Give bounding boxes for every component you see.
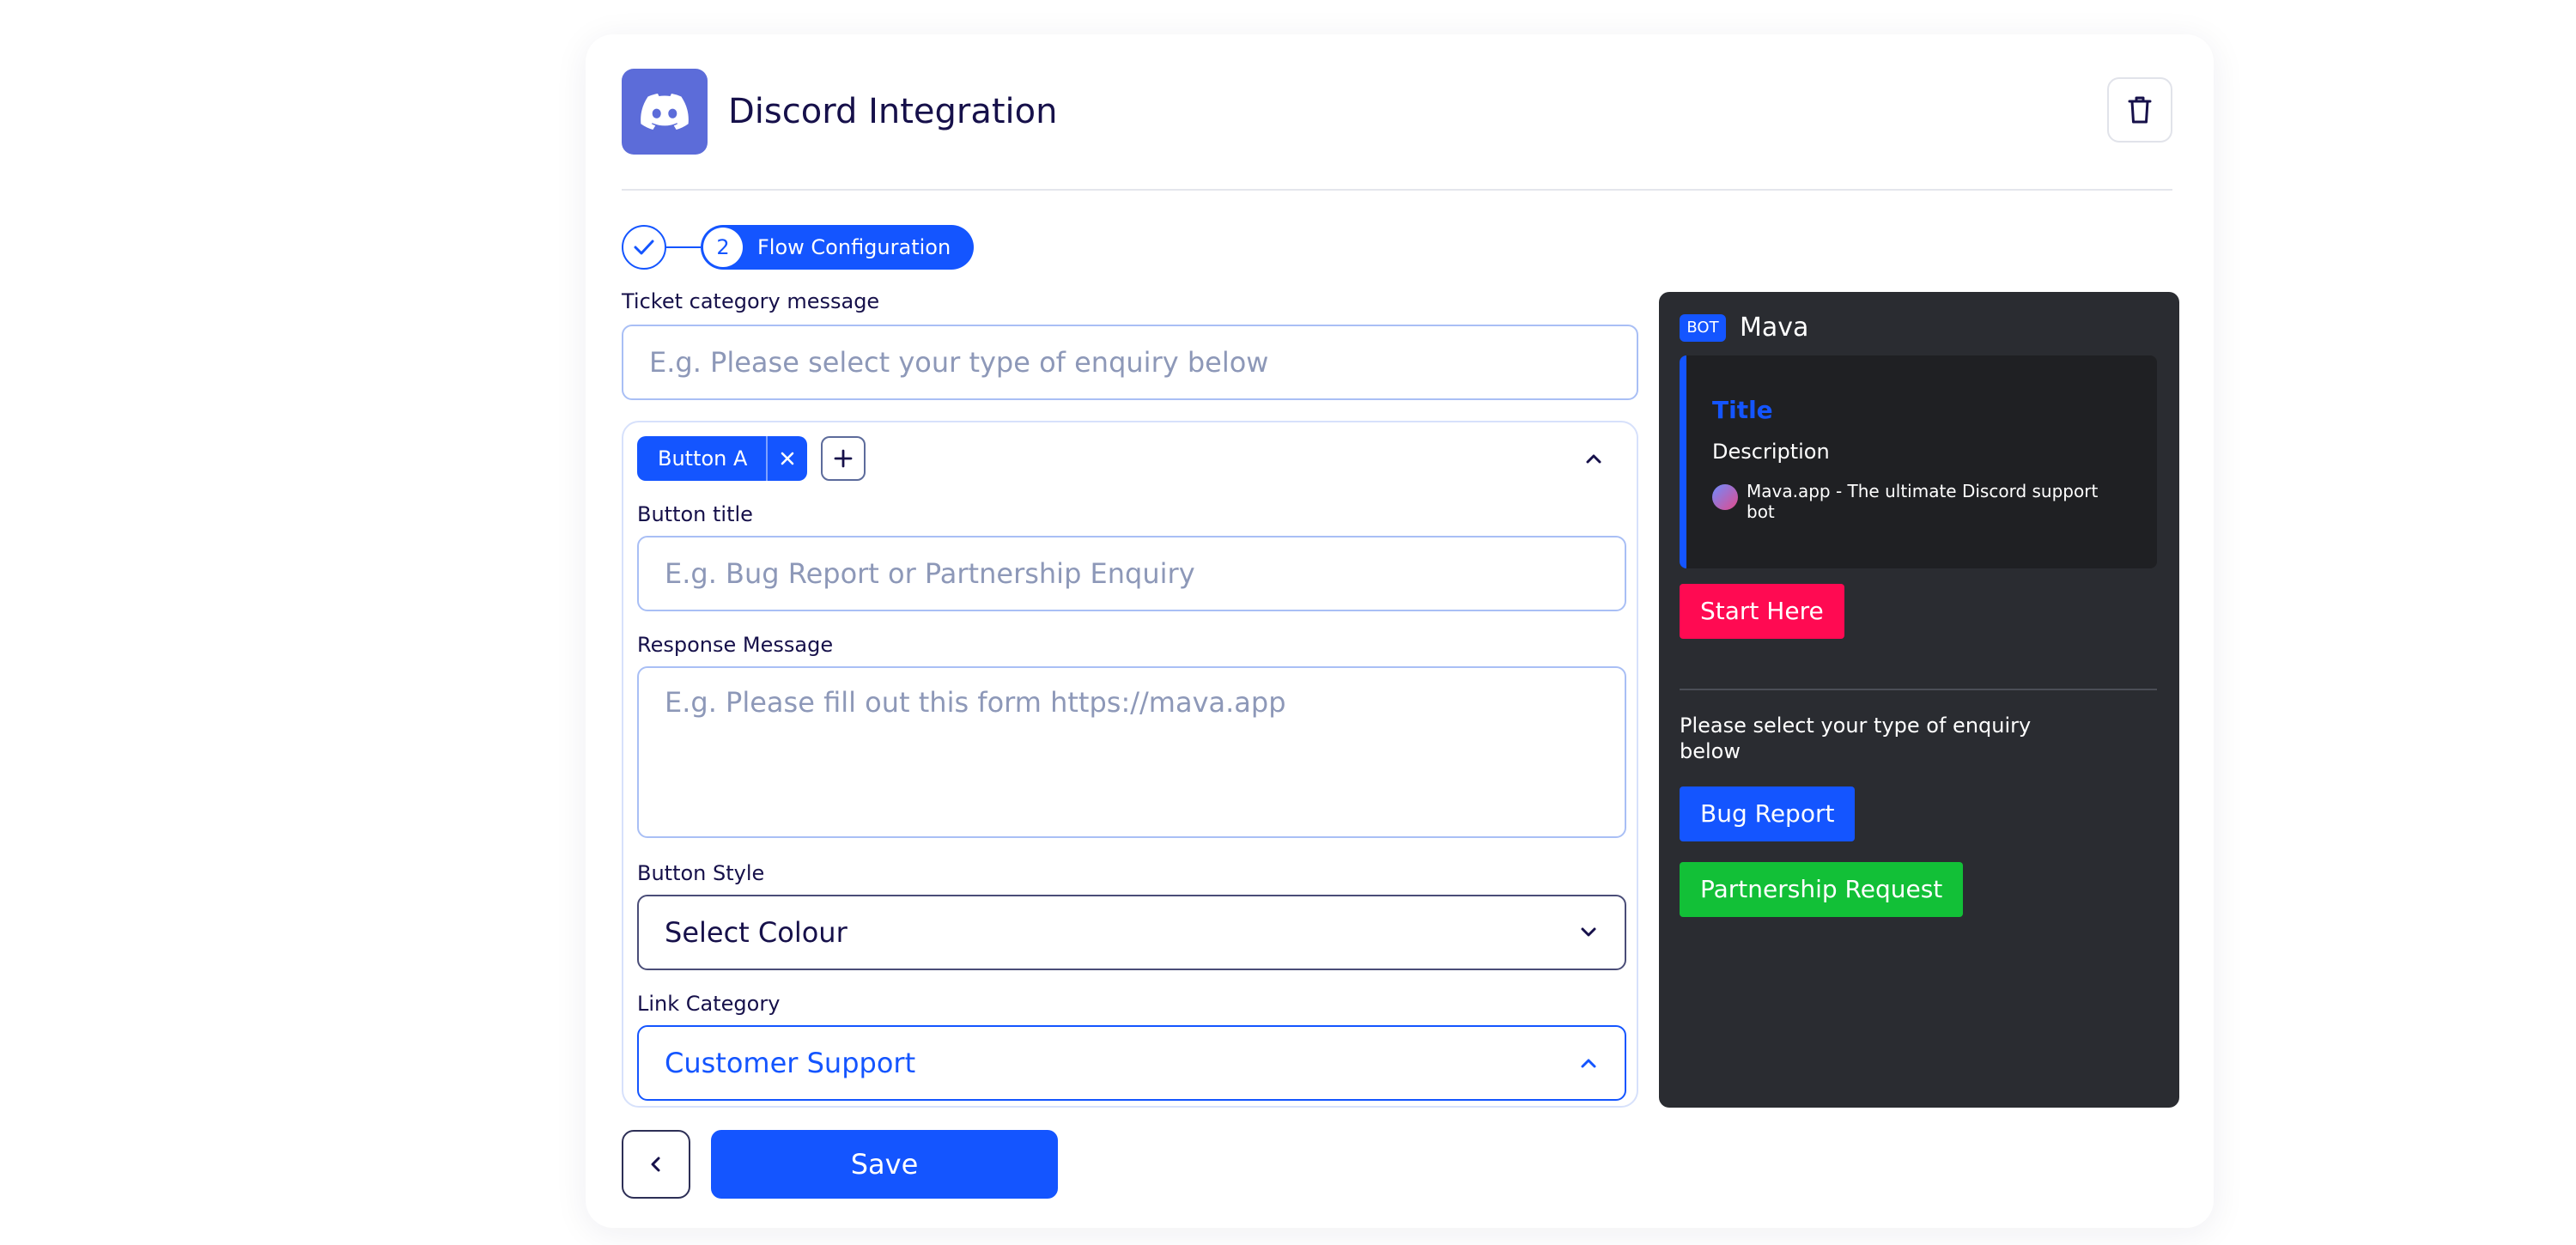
embed-preview: Title Description Mava.app - The ultimat… (1680, 355, 2157, 568)
step-number: 2 (703, 228, 743, 267)
ticket-category-placeholder: E.g. Please select your type of enquiry … (649, 346, 1269, 379)
chevron-left-icon (651, 1157, 660, 1172)
button-title-label: Button title (637, 502, 753, 526)
link-category-label: Link Category (637, 992, 781, 1016)
step-1-completed[interactable] (622, 225, 666, 270)
chevron-down-icon (1581, 927, 1596, 937)
bot-badge: BOT (1680, 314, 1726, 342)
embed-title: Title (1712, 396, 1773, 424)
bot-name: Mava (1740, 313, 1809, 343)
check-icon (634, 240, 654, 255)
mava-logo-icon (1712, 484, 1738, 510)
link-category-value: Customer Support (665, 1047, 916, 1079)
button-style-value: Select Colour (665, 916, 848, 949)
button-style-label: Button Style (637, 861, 765, 885)
embed-footer: Mava.app - The ultimate Discord support … (1747, 481, 2099, 522)
page-title: Discord Integration (728, 92, 1058, 131)
plus-icon (834, 449, 853, 468)
add-button[interactable] (821, 436, 866, 481)
save-button[interactable]: Save (711, 1130, 1058, 1199)
step-2-current[interactable]: 2 Flow Configuration (701, 225, 974, 270)
partnership-request-button[interactable]: Partnership Request (1680, 862, 1964, 917)
preview-divider (1680, 689, 2157, 690)
ticket-category-input[interactable]: E.g. Please select your type of enquiry … (622, 325, 1638, 400)
delete-button[interactable] (2107, 77, 2172, 143)
discord-preview-panel: BOT Mava Title Description Mava.app - Th… (1659, 292, 2179, 1108)
button-tab-a[interactable]: Button A (637, 436, 807, 481)
remove-button-a[interactable] (768, 436, 807, 481)
integration-card: Discord Integration 2 Flow Configuration… (586, 34, 2214, 1228)
embed-description: Description (1712, 440, 1830, 464)
link-category-select[interactable]: Customer Support (637, 1025, 1626, 1101)
back-button[interactable] (622, 1130, 690, 1199)
chevron-up-icon (1586, 454, 1601, 464)
trash-icon (2128, 96, 2152, 124)
chevron-up-icon (1581, 1059, 1596, 1068)
close-icon (781, 452, 794, 465)
button-tab-label: Button A (658, 446, 748, 471)
start-here-button[interactable]: Start Here (1680, 584, 1844, 639)
response-message-textarea[interactable]: E.g. Please fill out this form https://m… (637, 666, 1626, 838)
response-message-placeholder: E.g. Please fill out this form https://m… (665, 686, 1286, 719)
button-editor-panel: Button A Button title E.g. Bug Report or… (622, 421, 1638, 1108)
button-title-input[interactable]: E.g. Bug Report or Partnership Enquiry (637, 536, 1626, 611)
header-divider (622, 189, 2172, 191)
response-message-label: Response Message (637, 633, 834, 657)
bug-report-button[interactable]: Bug Report (1680, 786, 1856, 841)
step-label: Flow Configuration (757, 235, 951, 259)
ticket-category-label: Ticket category message (622, 289, 880, 313)
button-style-select[interactable]: Select Colour (637, 895, 1626, 970)
preview-message: Please select your type of enquiry below (1680, 714, 2032, 763)
embed-accent-bar (1680, 355, 1686, 568)
button-title-placeholder: E.g. Bug Report or Partnership Enquiry (665, 557, 1195, 590)
step-connector (666, 246, 701, 248)
discord-icon (622, 69, 708, 155)
collapse-toggle[interactable] (1580, 445, 1607, 472)
